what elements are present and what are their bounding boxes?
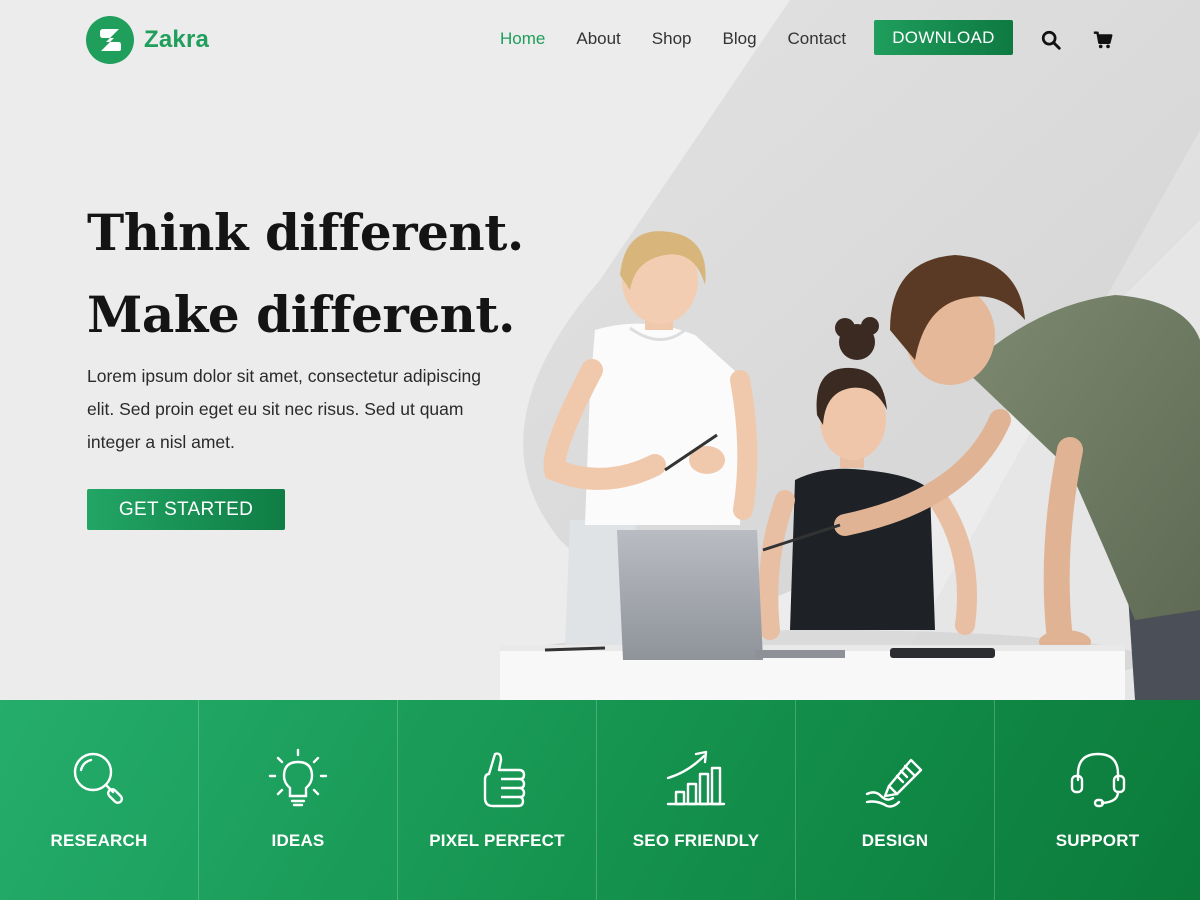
feature-label: IDEAS — [271, 831, 325, 850]
download-button[interactable]: DOWNLOAD — [874, 20, 1013, 55]
hero-headline-line-1: Think different. — [87, 203, 524, 262]
hero-team-photo — [500, 231, 1200, 700]
feature-pixel-perfect[interactable]: PIXEL PERFECT — [398, 700, 597, 900]
feature-ideas[interactable]: IDEAS — [199, 700, 398, 900]
site-logo[interactable]: Zakra — [86, 16, 209, 64]
pencil-icon — [863, 746, 927, 810]
feature-label: RESEARCH — [50, 831, 148, 850]
zakra-logo-icon — [86, 16, 134, 64]
nav-item-contact[interactable]: Contact — [788, 28, 847, 50]
hero-headline-line-2: Make different. — [87, 285, 515, 344]
nav-item-shop[interactable]: Shop — [652, 28, 692, 50]
cart-icon[interactable] — [1091, 28, 1115, 52]
feature-label: DESIGN — [861, 831, 929, 850]
search-icon[interactable] — [1039, 28, 1063, 52]
nav-item-home[interactable]: Home — [500, 28, 545, 50]
nav-item-blog[interactable]: Blog — [723, 28, 757, 50]
hero-content: Think different. Make different. Lorem i… — [87, 192, 524, 530]
get-started-button[interactable]: GET STARTED — [87, 489, 285, 530]
feature-label: SEO FRIENDLY — [632, 831, 760, 850]
feature-support[interactable]: SUPPORT — [995, 700, 1200, 900]
hero-description: Lorem ipsum dolor sit amet, consectetur … — [87, 366, 481, 452]
feature-label: SUPPORT — [1055, 831, 1140, 850]
lightbulb-icon — [266, 746, 330, 810]
feature-research[interactable]: RESEARCH — [0, 700, 199, 900]
site-name: Zakra — [144, 26, 210, 53]
site-header: Zakra Home About Shop Blog Contact DOWNL… — [0, 0, 1200, 80]
headset-icon — [1066, 746, 1130, 810]
nav-item-about[interactable]: About — [576, 28, 620, 50]
feature-seo-friendly[interactable]: SEO FRIENDLY — [597, 700, 796, 900]
feature-label: PIXEL PERFECT — [429, 831, 565, 850]
feature-design[interactable]: DESIGN — [796, 700, 995, 900]
growth-chart-icon — [664, 746, 728, 810]
main-nav: Home About Shop Blog Contact — [500, 28, 877, 50]
magnifier-icon — [67, 746, 131, 810]
features-strip: RESEARCH IDEAS PIXEL PERFECT SEO FRIENDL… — [0, 700, 1200, 900]
thumbs-up-icon — [465, 746, 529, 810]
